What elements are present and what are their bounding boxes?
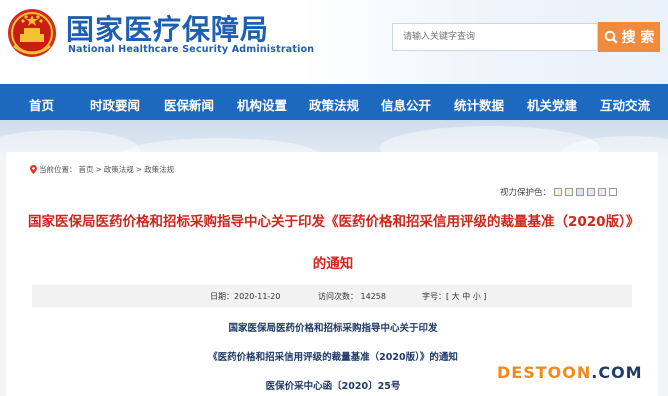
article-title-line2: 的通知: [312, 256, 354, 272]
location-pin-icon: [30, 165, 37, 174]
breadcrumb-separator: >: [95, 165, 102, 174]
color-swatch-white[interactable]: [609, 188, 618, 196]
article-visits: 访问次数： 14258: [318, 292, 386, 301]
nav-item-policies[interactable]: 政策法规: [309, 95, 359, 114]
nav-item-party-building[interactable]: 机关党建: [527, 95, 577, 114]
article-panel: 当前位置： 首页 > 政策法规 > 政策法规 视力保护色： 国家医保局医药价格和…: [6, 152, 658, 396]
breadcrumb-policies-sub[interactable]: 政策法规: [144, 164, 174, 175]
article-meta-bar: 日期：2020-11-20 访问次数： 14258 字号：[ 大 中 小 ]: [32, 285, 632, 307]
breadcrumb: 当前位置： 首页 > 政策法规 > 政策法规: [30, 164, 174, 175]
breadcrumb-home[interactable]: 首页: [79, 164, 94, 175]
search-icon: [604, 30, 618, 44]
search-input[interactable]: [392, 23, 598, 51]
nav-item-statistics[interactable]: 统计数据: [454, 95, 504, 114]
color-swatch-yellow[interactable]: [554, 188, 563, 196]
font-size-control[interactable]: 字号：[ 大 中 小 ]: [422, 291, 486, 302]
nav-item-disclosure[interactable]: 信息公开: [381, 95, 431, 114]
article-date: 日期：2020-11-20: [210, 292, 281, 301]
body-heading-line2: 《医药价格和招采信用评级的裁量基准（2020版）》的通知: [208, 352, 458, 363]
national-emblem-icon[interactable]: [6, 6, 58, 60]
nav-item-insurance-news[interactable]: 医保新闻: [164, 95, 214, 114]
main-nav: 首页 时政要闻 医保新闻 机构设置 政策法规 信息公开 统计数据 机关党建 互动…: [0, 84, 668, 120]
color-swatch-pink[interactable]: [598, 188, 607, 196]
watermark-part1: DESTOON: [497, 363, 592, 382]
search-button-label: 搜 索: [621, 30, 655, 46]
site-header: 国家医疗保障局 National Healthcare Security Adm…: [0, 0, 668, 84]
breadcrumb-policies[interactable]: 政策法规: [104, 164, 134, 175]
watermark-part2: .COM: [591, 363, 643, 382]
breadcrumb-separator: >: [135, 165, 143, 174]
site-logo-title[interactable]: 国家医疗保障局: [66, 8, 269, 48]
watermark: DESTOON.COM: [497, 363, 643, 382]
body-heading-line1: 国家医保局医药价格和招标采购指导中心关于印发: [228, 323, 438, 334]
vision-label: 视力保护色：: [500, 188, 552, 198]
site-logo-subtitle: National Healthcare Security Administrat…: [68, 44, 315, 55]
nav-item-political-news[interactable]: 时政要闻: [90, 95, 140, 114]
color-swatch-blue[interactable]: [576, 188, 585, 196]
nav-item-organization[interactable]: 机构设置: [237, 95, 287, 114]
breadcrumb-prefix: 当前位置：: [39, 165, 77, 174]
color-swatch-purple[interactable]: [587, 188, 596, 196]
search-button[interactable]: 搜 索: [598, 22, 660, 52]
color-swatch-green[interactable]: [565, 188, 574, 196]
vision-protection-colors: 视力保护色：: [500, 186, 618, 198]
article-title: 国家医保局医药价格和招标采购指导中心关于印发《医药价格和招采信用评级的裁量基准（…: [28, 214, 640, 230]
nav-item-interaction[interactable]: 互动交流: [600, 95, 650, 114]
nav-item-home[interactable]: 首页: [29, 95, 54, 114]
